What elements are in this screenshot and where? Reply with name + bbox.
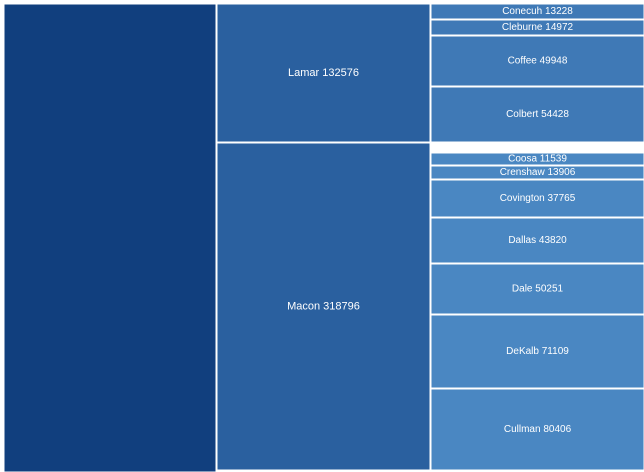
treemap-node-lamar[interactable]: Lamar 132576 — [216, 3, 431, 143]
treemap-label-dale: Dale 50251 — [512, 284, 564, 295]
treemap-node-coosa[interactable]: Coosa 11539 — [430, 152, 644, 166]
treemap-label-macon: Macon 318796 — [287, 301, 360, 313]
treemap-label-crenshaw: Crenshaw 13906 — [500, 167, 576, 178]
treemap-label-covington: Covington 37765 — [500, 193, 576, 204]
treemap-label-cleburne: Cleburne 14972 — [502, 22, 574, 33]
treemap-label-lamar: Lamar 132576 — [288, 67, 359, 79]
treemap-node-conecuh[interactable]: Conecuh 13228 — [430, 3, 644, 20]
treemap-node-macon[interactable]: Macon 318796 — [216, 142, 431, 471]
treemap-node-covington[interactable]: Covington 37765 — [430, 179, 644, 218]
treemap-node-dale[interactable]: Dale 50251 — [430, 263, 644, 315]
treemap-chart: Lamar 132576 Macon 318796 Conecuh 13228 Cle… — [0, 0, 644, 472]
treemap-node-colbert[interactable]: Colbert 54428 — [430, 86, 644, 143]
treemap-label-colbert: Colbert 54428 — [506, 109, 569, 120]
treemap-node-crenshaw[interactable]: Crenshaw 13906 — [430, 165, 644, 180]
treemap-svg: Lamar 132576 Macon 318796 Conecuh 13228 Cle… — [3, 3, 644, 472]
treemap-node-coffee[interactable]: Coffee 49948 — [430, 35, 644, 87]
treemap-label-dekalb: DeKalb 71109 — [506, 346, 569, 357]
treemap-node-cullman[interactable]: Cullman 80406 — [430, 388, 644, 471]
treemap-label-conecuh: Conecuh 13228 — [502, 6, 573, 17]
treemap-node-dallas[interactable]: Dallas 43820 — [430, 217, 644, 264]
treemap-label-coosa: Coosa 11539 — [508, 154, 567, 165]
treemap-node-cleburne[interactable]: Cleburne 14972 — [430, 19, 644, 36]
treemap-label-coffee: Coffee 49948 — [508, 56, 568, 67]
treemap-label-dallas: Dallas 43820 — [508, 235, 567, 246]
treemap-node-dekalb[interactable]: DeKalb 71109 — [430, 314, 644, 389]
treemap-node-root[interactable] — [3, 3, 217, 472]
treemap-rect-root[interactable] — [3, 3, 217, 472]
treemap-label-cullman: Cullman 80406 — [504, 424, 572, 435]
